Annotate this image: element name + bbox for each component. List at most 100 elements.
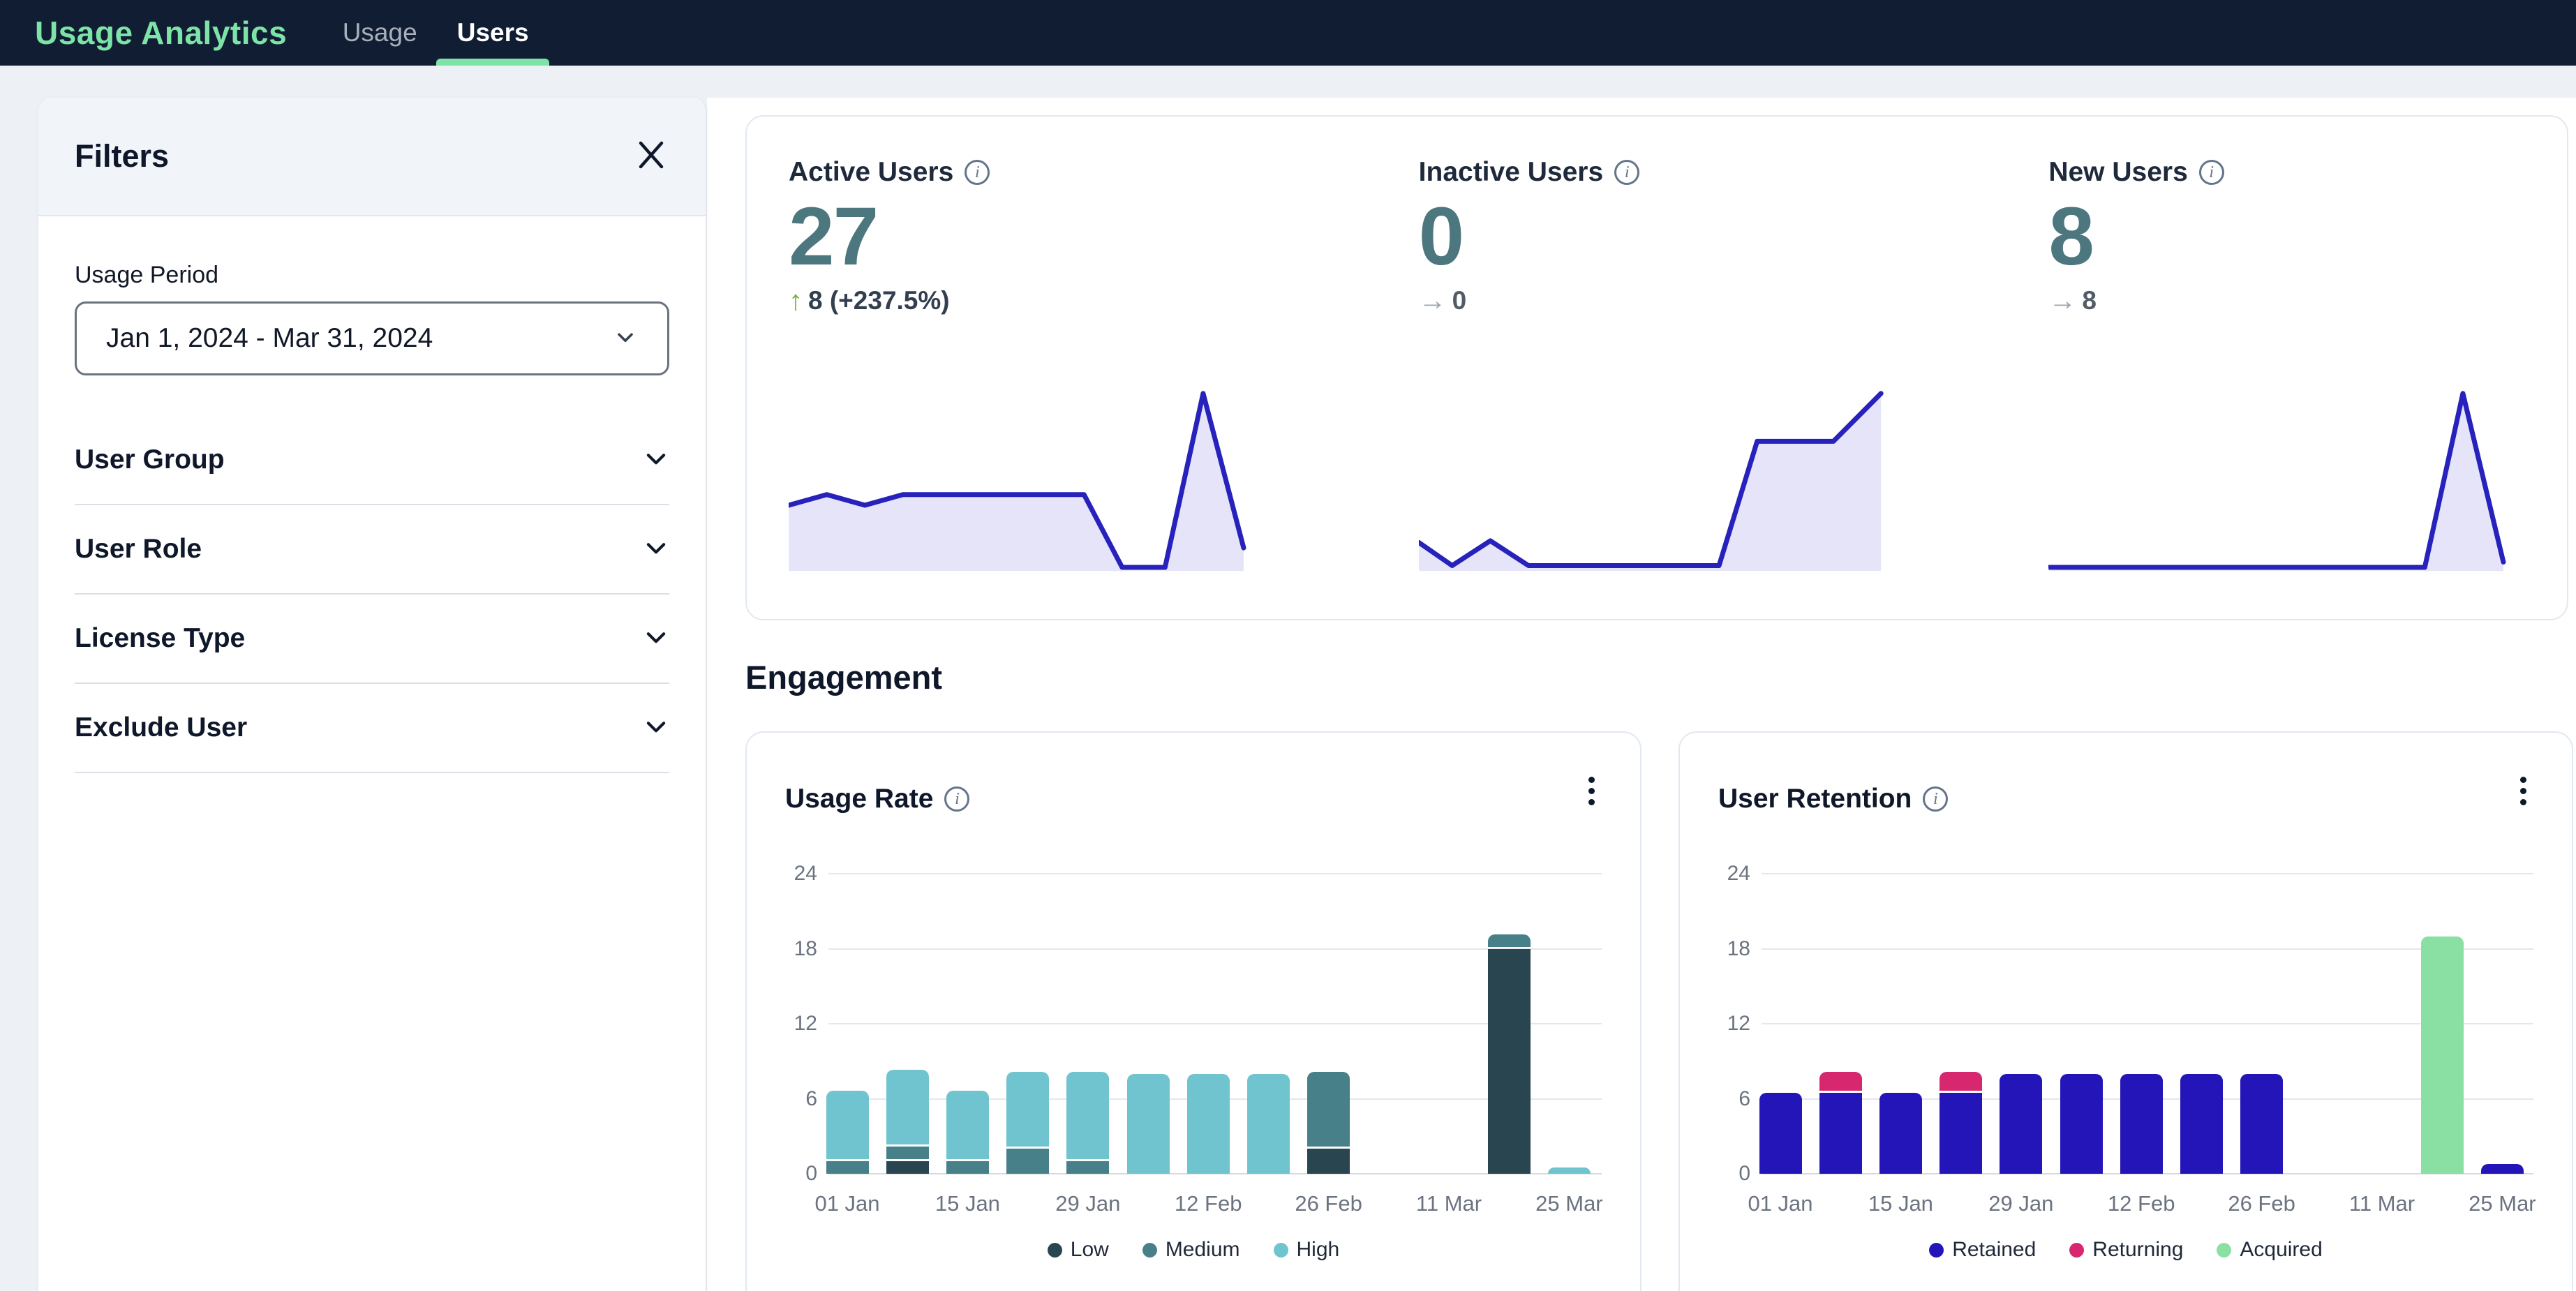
tab-usage[interactable]: Usage: [323, 0, 436, 66]
tab-users[interactable]: Users: [436, 0, 549, 66]
info-icon[interactable]: i: [965, 160, 990, 185]
bar-segment-retained: [1759, 1093, 1802, 1174]
bar-segment-high: [886, 1070, 929, 1145]
bar-segment-retained: [2240, 1074, 2283, 1174]
bar-segment-acquired: [2421, 936, 2464, 1174]
legend-dot: [2069, 1243, 2084, 1258]
user-retention-chart: RetainedReturningAcquired 0612182401 Jan…: [1718, 846, 2533, 1291]
bar-segment-returning: [1819, 1072, 1862, 1091]
bar-segment-retained: [1940, 1093, 1982, 1174]
usage-period-select[interactable]: Jan 1, 2024 - Mar 31, 2024: [75, 301, 669, 375]
top-navbar: Usage Analytics Usage Users: [0, 0, 2576, 66]
bar-12-feb[interactable]: [2120, 1074, 2163, 1174]
usage-period-value: Jan 1, 2024 - Mar 31, 2024: [106, 323, 433, 354]
y-axis-tick: 0: [1718, 1162, 1750, 1186]
filters-panel: Filters Usage Period Jan 1, 2024 - Mar 3…: [38, 98, 707, 1291]
bar-08-jan[interactable]: [886, 1070, 929, 1174]
legend-label: Returning: [2092, 1238, 2183, 1262]
legend-item-retained[interactable]: Retained: [1929, 1238, 2036, 1262]
x-axis-tick: 25 Mar: [2469, 1191, 2536, 1216]
bar-segment-medium: [1488, 934, 1531, 947]
usage-rate-chart: LowMediumHigh 0612182401 Jan15 Jan29 Jan…: [785, 846, 1602, 1291]
sparkline-new-users: [2048, 384, 2525, 576]
info-icon[interactable]: i: [1614, 160, 1639, 185]
sparkline-inactive-users: [1419, 384, 1896, 576]
bar-segment-retained: [2060, 1074, 2103, 1174]
accordion-license-type-label: License Type: [75, 623, 245, 654]
app-title: Usage Analytics: [35, 14, 287, 52]
accordion-license-type[interactable]: License Type: [75, 595, 669, 684]
bar-05-feb[interactable]: [2060, 1074, 2103, 1174]
y-axis-tick: 0: [785, 1162, 817, 1186]
nav-tabs: Usage Users: [323, 0, 549, 66]
accordion-user-role[interactable]: User Role: [75, 505, 669, 595]
bar-25-mar[interactable]: [1548, 1167, 1591, 1174]
usage-rate-card: Usage Rate i LowMediumHigh 0612182401 Ja…: [745, 731, 1641, 1291]
bar-05-feb[interactable]: [1127, 1074, 1170, 1174]
bar-01-jan[interactable]: [1759, 1093, 1802, 1174]
usage-rate-title: Usage Rate: [785, 784, 933, 814]
filters-header: Filters: [38, 98, 706, 216]
legend-label: High: [1297, 1238, 1340, 1262]
bar-18-mar[interactable]: [2421, 936, 2464, 1174]
delta-text: 0: [1452, 286, 1467, 315]
bar-26-feb[interactable]: [1307, 1072, 1350, 1174]
bar-15-jan[interactable]: [946, 1091, 989, 1174]
kpi-active-users-value: 27: [789, 192, 1265, 283]
bar-18-mar[interactable]: [1488, 934, 1531, 1174]
legend-item-low[interactable]: Low: [1048, 1238, 1109, 1262]
bar-08-jan[interactable]: [1819, 1072, 1862, 1174]
bar-segment-retained: [2481, 1164, 2524, 1174]
legend-item-returning[interactable]: Returning: [2069, 1238, 2183, 1262]
engagement-heading: Engagement: [745, 658, 942, 696]
chevron-down-icon: [643, 624, 669, 654]
bar-26-feb[interactable]: [2240, 1074, 2283, 1174]
info-icon[interactable]: i: [2199, 160, 2224, 185]
legend-item-medium[interactable]: Medium: [1142, 1238, 1240, 1262]
bar-segment-retained: [2000, 1074, 2042, 1174]
user-retention-card: User Retention i Retained Returning Acquir…: [1678, 731, 2573, 1291]
tab-users-label: Users: [457, 18, 529, 47]
bar-22-jan[interactable]: [1940, 1072, 1982, 1174]
plot-area: [1762, 846, 2533, 1174]
close-filters-button[interactable]: [633, 138, 669, 174]
kpi-active-users: Active Users i 27 ↑ 8 (+237.5%): [789, 157, 1265, 619]
legend-label: Retained: [1952, 1238, 2036, 1262]
accordion-user-group[interactable]: User Group: [75, 416, 669, 505]
legend-item-acquired[interactable]: Acquired: [2217, 1238, 2322, 1262]
bar-19-feb[interactable]: [2180, 1074, 2223, 1174]
bar-25-mar[interactable]: [2481, 1164, 2524, 1174]
delta-text: 8 (+237.5%): [808, 286, 950, 315]
info-icon[interactable]: i: [944, 786, 969, 812]
bar-segment-high: [1006, 1072, 1049, 1147]
y-axis-tick: 12: [1718, 1012, 1750, 1036]
y-axis-tick: 12: [785, 1012, 817, 1036]
plot-area: [828, 846, 1602, 1174]
chevron-down-icon: [643, 445, 669, 475]
kebab-menu-icon[interactable]: [1581, 771, 1602, 811]
legend-item-high[interactable]: High: [1274, 1238, 1340, 1262]
gridline: [1762, 873, 2533, 874]
kebab-menu-icon[interactable]: [2513, 771, 2533, 811]
info-icon[interactable]: i: [1923, 786, 1948, 812]
bar-22-jan[interactable]: [1006, 1072, 1049, 1174]
accordion-exclude-user[interactable]: Exclude User: [75, 684, 669, 773]
kpi-inactive-users-value: 0: [1419, 192, 1896, 283]
bar-29-jan[interactable]: [1066, 1072, 1109, 1174]
kpi-new-users-label: New Users: [2048, 157, 2187, 188]
kpi-inactive-users-delta: → 0: [1419, 285, 1896, 317]
bar-15-jan[interactable]: [1879, 1093, 1922, 1174]
bar-segment-medium: [1006, 1149, 1049, 1174]
bar-01-jan[interactable]: [826, 1091, 869, 1174]
user-retention-title: User Retention: [1718, 784, 1912, 814]
y-axis-tick: 18: [785, 937, 817, 961]
accordion-user-group-label: User Group: [75, 445, 225, 475]
y-axis-tick: 18: [1718, 937, 1750, 961]
bar-29-jan[interactable]: [2000, 1074, 2042, 1174]
bar-19-feb[interactable]: [1247, 1074, 1290, 1174]
x-axis-tick: 01 Jan: [814, 1191, 879, 1216]
x-axis-tick: 26 Feb: [2228, 1191, 2295, 1216]
x-axis-tick: 15 Jan: [1868, 1191, 1933, 1216]
user-retention-legend: Retained Returning Acquired: [1718, 1238, 2533, 1262]
bar-12-feb[interactable]: [1187, 1074, 1230, 1174]
